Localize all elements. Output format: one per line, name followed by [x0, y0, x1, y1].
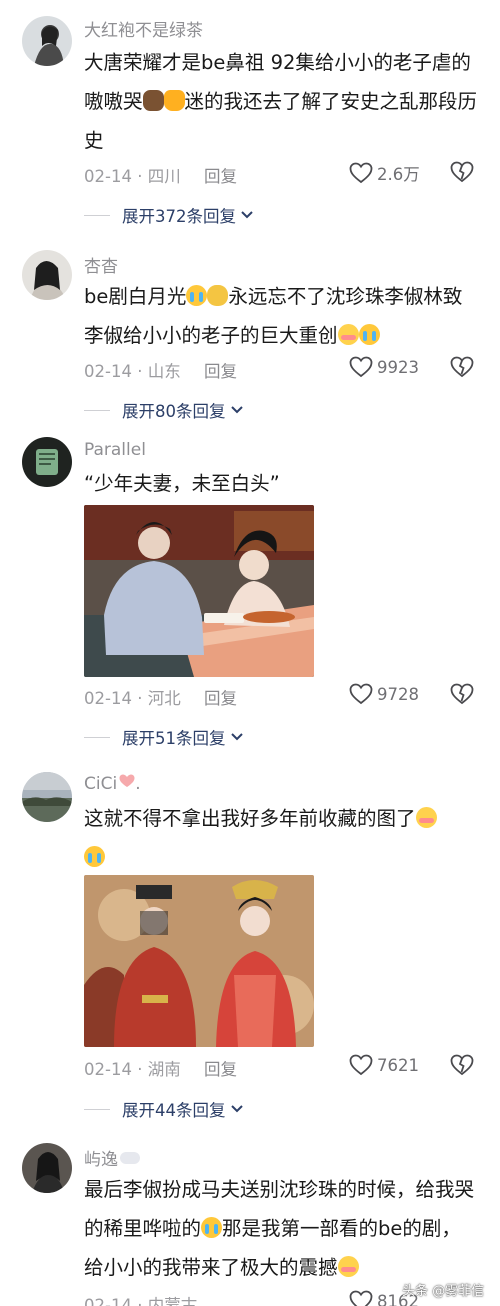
bear-emoji	[142, 90, 164, 111]
avatar[interactable]	[22, 16, 72, 66]
comment-username[interactable]: Parallel	[84, 440, 146, 460]
comment-location: 湖南	[147, 1060, 181, 1079]
comment-text: 大唐荣耀才是be鼻祖 92集给小小的老子虐的嗷嗷哭 迷的我还去了解了安史之乱那段历…	[84, 43, 479, 160]
comment-meta: 02-14 · 四川 回复	[84, 167, 237, 186]
expand-replies[interactable]: 展开372条回复	[84, 203, 254, 227]
crying-emoji	[186, 285, 208, 306]
ring-emoji	[207, 285, 229, 306]
chevron-down-icon	[230, 406, 243, 414]
comment-text: “少年夫妻，未至白头”	[84, 472, 280, 495]
reply-button[interactable]: 回复	[204, 1060, 237, 1079]
comment-meta: 02-14 · 湖南 回复	[84, 1060, 237, 1079]
crying-emoji	[358, 324, 380, 345]
watermark: 头条 @雾菲信	[402, 1284, 485, 1299]
expand-replies[interactable]: 展开44条回复	[84, 1097, 244, 1121]
comment-username[interactable]: CiCi.	[84, 774, 141, 794]
broken-heart-icon	[450, 1054, 474, 1076]
expand-label: 展开51条回复	[122, 729, 226, 748]
comment-text-part: 这就不得不拿出我好多年前收藏的图了	[84, 807, 416, 830]
comment-location: 内蒙古	[147, 1296, 198, 1306]
comment-date: 02-14	[84, 1296, 132, 1306]
comment-location: 河北	[147, 689, 181, 708]
avatar[interactable]	[22, 250, 72, 300]
dislike-button[interactable]	[450, 683, 474, 709]
drama-still-image[interactable]	[84, 505, 314, 677]
comment-text: 这就不得不拿出我好多年前收藏的图了	[84, 799, 479, 877]
dislike-button[interactable]	[450, 356, 474, 382]
comment-date: 02-14	[84, 689, 132, 708]
comment-username[interactable]: 大红袍不是绿茶	[84, 16, 203, 41]
dislike-button[interactable]	[450, 161, 474, 187]
blush-emoji	[337, 324, 359, 345]
like-count: 9923	[377, 357, 419, 377]
chevron-down-icon	[230, 1105, 243, 1113]
expand-label: 展开80条回复	[122, 402, 226, 421]
like-button[interactable]: 9728	[349, 683, 419, 705]
username-text: CiCi	[84, 774, 118, 794]
avatar[interactable]	[22, 1143, 72, 1193]
comment-location: 山东	[147, 362, 181, 381]
costume-drama-image[interactable]	[84, 875, 314, 1047]
like-button[interactable]: 7621	[349, 1054, 419, 1076]
expand-replies[interactable]: 展开51条回复	[84, 725, 244, 749]
username-text: 屿逸	[84, 1150, 118, 1170]
expand-replies[interactable]: 展开80条回复	[84, 398, 244, 422]
heart-emoji	[119, 774, 135, 787]
comment-username[interactable]: 屿逸	[84, 1145, 140, 1170]
comment-meta: 02-14 · 河北 回复	[84, 689, 237, 708]
expand-label: 展开44条回复	[122, 1101, 226, 1120]
chevron-down-icon	[241, 211, 253, 219]
comment-text: be剧白月光 永远忘不了沈珍珠李俶林致李俶给小小的老子的巨大重创	[84, 277, 479, 355]
like-count: 9728	[377, 684, 419, 704]
expand-label: 展开372条回复	[122, 207, 236, 226]
heart-icon	[349, 1054, 373, 1076]
like-count: 7621	[377, 1055, 419, 1075]
reply-button[interactable]: 回复	[204, 362, 237, 381]
heart-icon	[349, 683, 373, 705]
heart-icon	[349, 1290, 373, 1306]
thumbs-up-emoji	[163, 90, 185, 111]
comment-date: 02-14	[84, 167, 132, 186]
kissing-heart-emoji	[337, 1256, 359, 1277]
comment-date: 02-14	[84, 362, 132, 381]
broken-heart-icon	[450, 356, 474, 378]
heart-icon	[349, 162, 373, 184]
divider	[84, 409, 110, 411]
like-button[interactable]: 9923	[349, 356, 419, 378]
crying-emoji	[201, 1217, 223, 1238]
comment-text-part: be剧白月光	[84, 285, 187, 308]
broken-heart-icon	[450, 161, 474, 183]
reply-button[interactable]: 回复	[204, 167, 237, 186]
username-suffix: .	[135, 774, 141, 794]
comment-location: 四川	[147, 167, 181, 186]
reply-button[interactable]: 回复	[204, 689, 237, 708]
kissing-heart-emoji	[415, 807, 437, 828]
like-button[interactable]: 2.6万	[349, 161, 420, 185]
like-count: 2.6万	[377, 165, 420, 184]
comment-date: 02-14	[84, 1060, 132, 1079]
comment-meta: 02-14 · 山东 回复	[84, 362, 237, 381]
divider	[84, 1108, 110, 1110]
comment-username[interactable]: 杏杳	[84, 252, 118, 277]
avatar[interactable]	[22, 437, 72, 487]
divider	[84, 214, 110, 216]
comment-meta: 02-14 · 内蒙古	[84, 1292, 197, 1306]
dislike-button[interactable]	[450, 1054, 474, 1080]
divider	[84, 736, 110, 738]
avatar[interactable]	[22, 772, 72, 822]
chevron-down-icon	[230, 733, 243, 741]
comment-text: 最后李俶扮成马夫送别沈珍珠的时候，给我哭的稀里哗啦的 那是我第一部看的be的剧，给…	[84, 1170, 479, 1287]
broken-heart-icon	[450, 683, 474, 705]
crying-emoji	[84, 846, 105, 867]
heart-icon	[349, 356, 373, 378]
cloud-emoji	[120, 1152, 140, 1164]
